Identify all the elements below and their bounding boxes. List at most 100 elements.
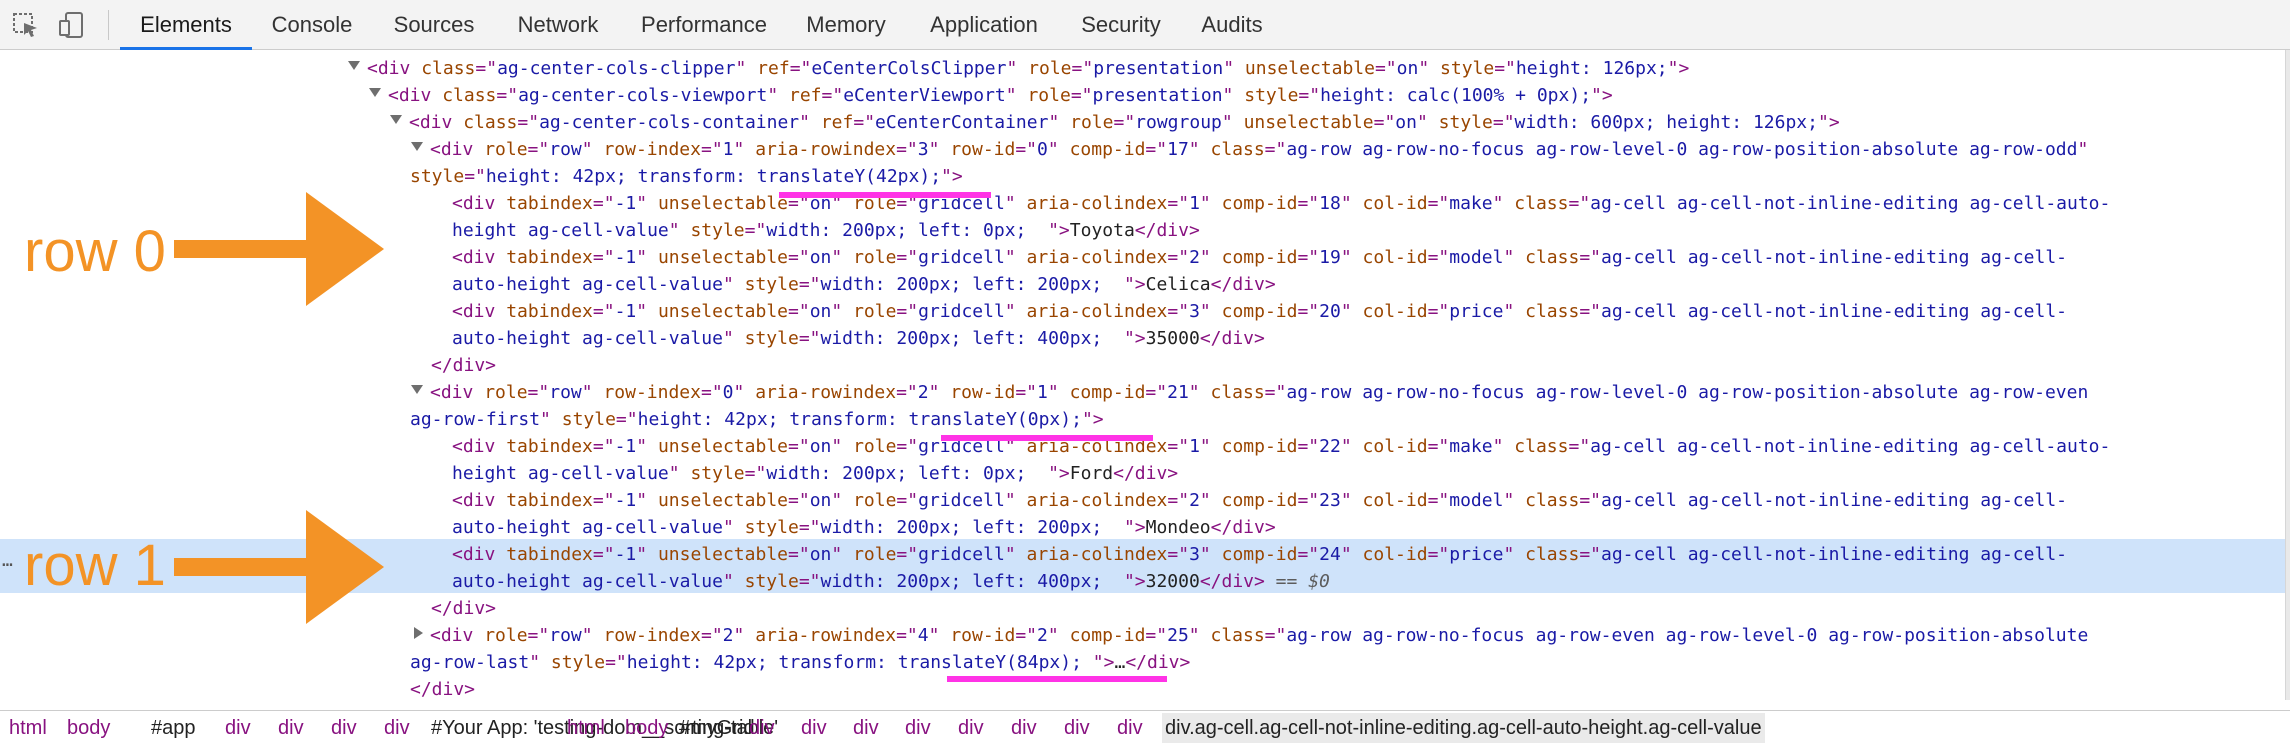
- attr-value-token[interactable]: height: 42px; transform: translateY(84px…: [627, 652, 1093, 673]
- attr-value-token[interactable]: eCenterContainer: [875, 112, 1048, 133]
- attr-value-token[interactable]: 20: [1319, 301, 1341, 322]
- attr-value-token[interactable]: ag-row-last: [410, 652, 529, 673]
- breadcrumb-item[interactable]: div: [1008, 713, 1040, 743]
- node-actions-ellipsis[interactable]: …: [2, 550, 13, 571]
- dom-node-line[interactable]: <div role="row" row-index="1" aria-rowin…: [430, 136, 2088, 163]
- breadcrumb-item[interactable]: #app: [148, 713, 199, 743]
- attr-value-token[interactable]: price: [1449, 301, 1503, 322]
- dom-node-line[interactable]: <div tabindex="-1" unselectable="on" rol…: [452, 244, 2067, 271]
- attr-value-token[interactable]: ag-row ag-row-no-focus ag-row-level-0 ag…: [1286, 382, 2088, 403]
- attr-value-token[interactable]: row: [549, 139, 582, 160]
- attr-value-token[interactable]: width: 200px; left: 400px;: [821, 328, 1124, 349]
- attr-value-token[interactable]: height: 42px; transform: translateY(0px)…: [638, 409, 1082, 430]
- attr-value-token[interactable]: 2: [1189, 247, 1200, 268]
- attr-value-token[interactable]: -1: [615, 193, 637, 214]
- expand-toggle-icon[interactable]: [348, 61, 360, 70]
- attr-value-token[interactable]: -1: [615, 301, 637, 322]
- dom-node-line[interactable]: <div tabindex="-1" unselectable="on" rol…: [452, 487, 2067, 514]
- expand-toggle-icon[interactable]: [411, 385, 423, 394]
- text-node-token[interactable]: 32000: [1146, 571, 1200, 592]
- styles-pane-edge[interactable]: [2285, 50, 2290, 700]
- attr-value-token[interactable]: ag-center-cols-clipper: [497, 58, 735, 79]
- attr-value-token[interactable]: -1: [615, 247, 637, 268]
- dom-node-line[interactable]: ag-row-last" style="height: 42px; transf…: [410, 649, 1190, 676]
- attr-value-token[interactable]: on: [810, 490, 832, 511]
- breadcrumb-item[interactable]: div.ag-cell.ag-cell-not-inline-editing.a…: [1162, 713, 1765, 743]
- expand-toggle-icon[interactable]: [369, 88, 381, 97]
- text-node-token[interactable]: Toyota: [1070, 220, 1135, 241]
- attr-value-token[interactable]: on: [1397, 58, 1419, 79]
- attr-value-token[interactable]: height ag-cell-value: [452, 220, 669, 241]
- attr-value-token[interactable]: gridcell: [918, 301, 1005, 322]
- attr-value-token[interactable]: on: [1395, 112, 1417, 133]
- dom-node-line[interactable]: auto-height ag-cell-value" style="width:…: [452, 271, 1276, 298]
- attr-value-token[interactable]: gridcell: [918, 247, 1005, 268]
- text-node-token[interactable]: Celica: [1146, 274, 1211, 295]
- tab-security[interactable]: Security: [1070, 0, 1172, 49]
- attr-value-token[interactable]: gridcell: [918, 490, 1005, 511]
- attr-value-token[interactable]: presentation: [1093, 58, 1223, 79]
- dom-node-line[interactable]: <div class="ag-center-cols-clipper" ref=…: [367, 55, 1689, 82]
- attr-value-token[interactable]: make: [1449, 436, 1492, 457]
- attr-value-token[interactable]: 2: [918, 382, 929, 403]
- attr-value-token[interactable]: model: [1449, 490, 1503, 511]
- dom-node-line[interactable]: <div role="row" row-index="0" aria-rowin…: [430, 379, 2088, 406]
- attr-value-token[interactable]: gridcell: [918, 544, 1005, 565]
- attr-value-token[interactable]: price: [1449, 544, 1503, 565]
- attr-value-token[interactable]: make: [1449, 193, 1492, 214]
- attr-value-token[interactable]: width: 200px; left: 400px;: [821, 571, 1124, 592]
- attr-value-token[interactable]: width: 600px; height: 126px;: [1515, 112, 1818, 133]
- attr-value-token[interactable]: ag-cell ag-cell-not-inline-editing ag-ce…: [1601, 490, 2067, 511]
- dom-node-line[interactable]: auto-height ag-cell-value" style="width:…: [452, 514, 1276, 541]
- attr-value-token[interactable]: width: 200px; left: 200px;: [821, 274, 1124, 295]
- attr-value-token[interactable]: auto-height ag-cell-value: [452, 274, 723, 295]
- tab-memory[interactable]: Memory: [796, 0, 896, 49]
- attr-value-token[interactable]: 1: [723, 139, 734, 160]
- expand-toggle-icon[interactable]: [411, 142, 423, 151]
- attr-value-token[interactable]: 25: [1167, 625, 1189, 646]
- attr-value-token[interactable]: 0: [1037, 139, 1048, 160]
- attr-value-token[interactable]: 3: [918, 139, 929, 160]
- attr-value-token[interactable]: 1: [1189, 436, 1200, 457]
- breadcrumb-item[interactable]: body: [622, 713, 671, 743]
- tab-elements[interactable]: Elements: [120, 0, 252, 50]
- attr-value-token[interactable]: 22: [1319, 436, 1341, 457]
- attr-value-token[interactable]: ag-row-first: [410, 409, 540, 430]
- dom-node-line[interactable]: <div tabindex="-1" unselectable="on" rol…: [452, 190, 2110, 217]
- text-node-token[interactable]: …: [1114, 652, 1125, 673]
- attr-value-token[interactable]: rowgroup: [1135, 112, 1222, 133]
- text-node-token[interactable]: Mondeo: [1146, 517, 1211, 538]
- dom-node-line[interactable]: </div>: [431, 595, 496, 622]
- dom-node-line[interactable]: </div>: [410, 676, 475, 700]
- dom-node-line[interactable]: style="height: 42px; transform: translat…: [410, 163, 963, 190]
- attr-value-token[interactable]: model: [1449, 247, 1503, 268]
- attr-value-token[interactable]: 18: [1319, 193, 1341, 214]
- attr-value-token[interactable]: width: 200px; left: 200px;: [821, 517, 1124, 538]
- attr-value-token[interactable]: on: [810, 301, 832, 322]
- attr-value-token[interactable]: -1: [615, 436, 637, 457]
- attr-value-token[interactable]: ag-cell ag-cell-not-inline-editing ag-ce…: [1601, 301, 2067, 322]
- attr-value-token[interactable]: 24: [1319, 544, 1341, 565]
- attr-value-token[interactable]: -1: [615, 544, 637, 565]
- attr-value-token[interactable]: 2: [1037, 625, 1048, 646]
- dom-node-line[interactable]: <div class="ag-center-cols-container" re…: [409, 109, 1840, 136]
- dom-node-line[interactable]: height ag-cell-value" style="width: 200p…: [452, 217, 1200, 244]
- dom-node-line[interactable]: <div tabindex="-1" unselectable="on" rol…: [452, 433, 2110, 460]
- attr-value-token[interactable]: ag-cell ag-cell-not-inline-editing ag-ce…: [1590, 436, 2110, 457]
- attr-value-token[interactable]: 19: [1319, 247, 1341, 268]
- attr-value-token[interactable]: auto-height ag-cell-value: [452, 571, 723, 592]
- expand-toggle-icon[interactable]: [390, 115, 402, 124]
- attr-value-token[interactable]: ag-row ag-row-no-focus ag-row-even ag-ro…: [1286, 625, 2088, 646]
- attr-value-token[interactable]: 4: [918, 625, 929, 646]
- attr-value-token[interactable]: on: [810, 544, 832, 565]
- attr-value-token[interactable]: ag-center-cols-viewport: [518, 85, 767, 106]
- attr-value-token[interactable]: width: 200px; left: 0px;: [766, 220, 1048, 241]
- text-node-token[interactable]: Ford: [1070, 463, 1113, 484]
- attr-value-token[interactable]: ag-cell ag-cell-not-inline-editing ag-ce…: [1601, 544, 2067, 565]
- text-node-token[interactable]: 35000: [1146, 328, 1200, 349]
- attr-value-token[interactable]: width: 200px; left: 0px;: [766, 463, 1048, 484]
- dom-node-line[interactable]: <div class="ag-center-cols-viewport" ref…: [388, 82, 1613, 109]
- breadcrumb-item[interactable]: html: [6, 713, 50, 743]
- breadcrumb-item[interactable]: div: [746, 713, 778, 743]
- breadcrumb-item[interactable]: div: [1061, 713, 1093, 743]
